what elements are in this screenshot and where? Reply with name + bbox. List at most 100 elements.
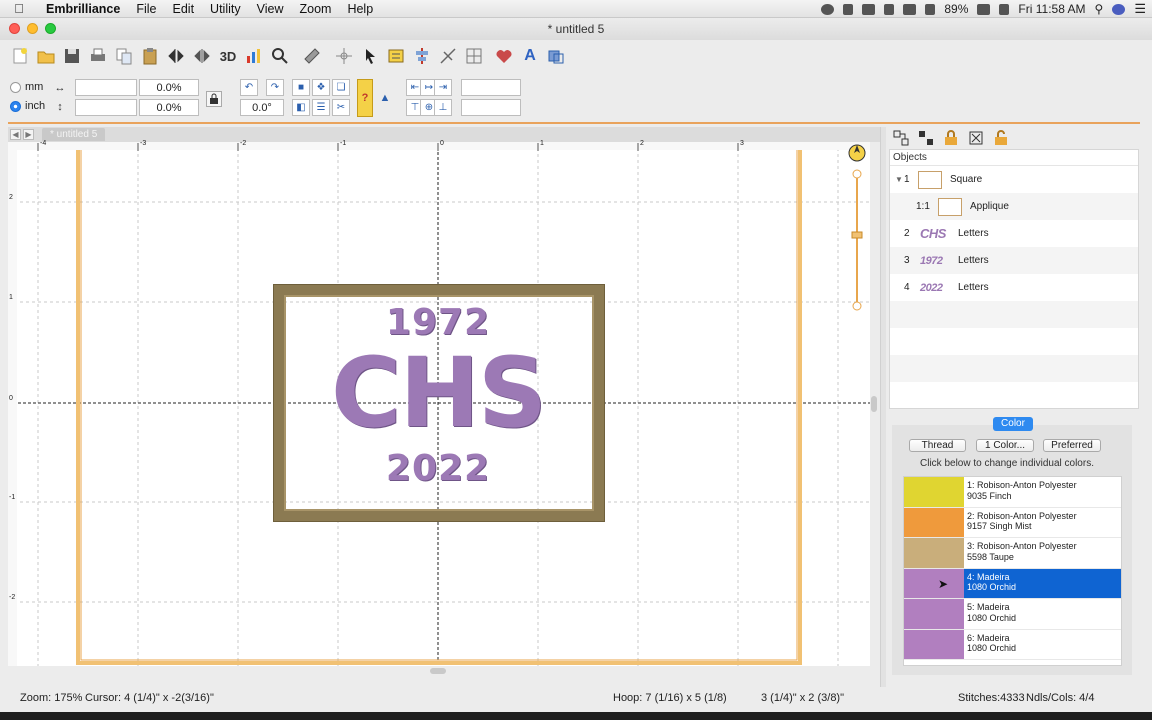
- height-percent-field[interactable]: 0.0%: [139, 99, 199, 116]
- send-back-icon[interactable]: ◧: [292, 99, 310, 116]
- properties-icon[interactable]: [384, 44, 408, 68]
- record-icon[interactable]: [821, 3, 835, 15]
- tab-next-icon[interactable]: ▶: [23, 129, 34, 140]
- unit-mm-radio[interactable]: mm: [10, 81, 43, 93]
- preferred-button[interactable]: Preferred: [1043, 439, 1101, 452]
- thread-swatch[interactable]: [904, 538, 964, 568]
- align-icon[interactable]: [410, 44, 434, 68]
- close-window-button[interactable]: [9, 23, 20, 34]
- thread-row[interactable]: 3: Robison-Anton Polyester 5598 Taupe: [904, 538, 1121, 569]
- ungroup-objects-icon[interactable]: [917, 130, 934, 147]
- thread-row[interactable]: 2: Robison-Anton Polyester 9157 Singh Mis…: [904, 507, 1121, 538]
- disclosure-triangle-icon[interactable]: ▼: [895, 175, 903, 184]
- document-tab[interactable]: * untitled 5: [42, 128, 106, 141]
- paste-icon[interactable]: [138, 44, 162, 68]
- needle-icon[interactable]: ▲: [377, 79, 393, 117]
- menu-utility[interactable]: Utility: [202, 2, 249, 16]
- spotlight-icon[interactable]: ⚲: [1095, 2, 1104, 16]
- ungroup-icon[interactable]: ❏: [332, 79, 350, 96]
- height-field[interactable]: [75, 99, 137, 116]
- mirror-horizontal-icon[interactable]: [164, 44, 188, 68]
- unit-inch-radio[interactable]: inch: [10, 100, 45, 112]
- hoop-center-icon[interactable]: [332, 44, 356, 68]
- width-field[interactable]: [75, 79, 137, 96]
- thread-row[interactable]: 6: Madeira 1080 Orchid: [904, 629, 1121, 660]
- airplay-icon[interactable]: [862, 3, 876, 15]
- battery-percent[interactable]: 89%: [944, 2, 968, 16]
- rotate-right-icon[interactable]: ↷: [266, 79, 284, 96]
- color-tab[interactable]: Color: [993, 417, 1033, 431]
- volume-icon[interactable]: [925, 3, 936, 15]
- thread-row[interactable]: 5: Madeira 1080 Orchid: [904, 599, 1121, 630]
- wifi-icon[interactable]: [903, 3, 917, 15]
- 3d-view-button[interactable]: 3D: [216, 44, 240, 68]
- minimize-window-button[interactable]: [27, 23, 38, 34]
- dropbox-icon[interactable]: [843, 3, 854, 15]
- bring-front-icon[interactable]: ■: [292, 79, 310, 96]
- design-year-bottom[interactable]: 2022: [338, 448, 538, 489]
- delete-object-icon[interactable]: [967, 130, 984, 147]
- open-folder-icon[interactable]: [34, 44, 58, 68]
- zoom-window-button[interactable]: [45, 23, 56, 34]
- thread-swatch[interactable]: [904, 477, 964, 507]
- text-tool-button[interactable]: A: [518, 44, 542, 68]
- object-row[interactable]: ▼ 1 Square: [890, 166, 1138, 193]
- stitch-tool-icon[interactable]: [436, 44, 460, 68]
- panel-splitter[interactable]: [880, 127, 886, 687]
- copy-icon[interactable]: [112, 44, 136, 68]
- object-row[interactable]: 4 2022 Letters: [890, 274, 1138, 301]
- menubar-clock[interactable]: Fri 11:58 AM: [1018, 2, 1085, 16]
- new-document-icon[interactable]: [8, 44, 32, 68]
- tab-prev-icon[interactable]: ◀: [10, 129, 21, 140]
- thread-swatch[interactable]: [904, 629, 964, 659]
- align-bottom-icon[interactable]: ⊥: [434, 99, 452, 116]
- select-arrow-icon[interactable]: [358, 44, 382, 68]
- group-objects-icon[interactable]: [892, 130, 909, 147]
- applique-tool-icon[interactable]: [544, 44, 568, 68]
- rotation-field[interactable]: 0.0°: [240, 99, 284, 116]
- list-icon[interactable]: ☰: [312, 99, 330, 116]
- position-y-field[interactable]: [461, 99, 521, 116]
- user-avatar-icon[interactable]: [1112, 3, 1126, 15]
- menu-zoom[interactable]: Zoom: [291, 2, 339, 16]
- one-color-button[interactable]: 1 Color...: [976, 439, 1034, 452]
- menu-view[interactable]: View: [249, 2, 292, 16]
- thread-swatch[interactable]: [904, 507, 964, 537]
- heart-tool-icon[interactable]: [492, 44, 516, 68]
- object-row[interactable]: 2 CHS Letters: [890, 220, 1138, 247]
- ruler-icon[interactable]: [300, 44, 324, 68]
- position-x-field[interactable]: [461, 79, 521, 96]
- cut-icon[interactable]: ✂: [332, 99, 350, 116]
- thread-button[interactable]: Thread: [909, 439, 966, 452]
- unlock-object-icon[interactable]: [992, 130, 1009, 147]
- thread-row[interactable]: 1: Robison-Anton Polyester 9035 Finch: [904, 477, 1121, 508]
- vertical-scrollbar[interactable]: [871, 396, 877, 412]
- design-canvas[interactable]: 1972 CHS 2022: [8, 142, 870, 666]
- magnify-icon[interactable]: [268, 44, 292, 68]
- save-icon[interactable]: [60, 44, 84, 68]
- apple-icon[interactable]: : [0, 1, 38, 16]
- horizontal-scrollbar[interactable]: [430, 668, 446, 674]
- align-right-icon[interactable]: ⇥: [434, 79, 452, 96]
- lock-aspect-icon[interactable]: [206, 91, 222, 107]
- mirror-vertical-icon[interactable]: [190, 44, 214, 68]
- rotate-left-icon[interactable]: ↶: [240, 79, 258, 96]
- input-source-icon[interactable]: [999, 3, 1010, 15]
- zoom-slider[interactable]: [846, 140, 868, 316]
- width-percent-field[interactable]: 0.0%: [139, 79, 199, 96]
- battery-icon[interactable]: [977, 3, 991, 15]
- print-icon[interactable]: [86, 44, 110, 68]
- object-row[interactable]: 1:1 Applique: [890, 193, 1138, 220]
- chart-icon[interactable]: [242, 44, 266, 68]
- group-icon[interactable]: ❖: [312, 79, 330, 96]
- menu-edit[interactable]: Edit: [165, 2, 203, 16]
- notification-center-icon[interactable]: ☰: [1134, 1, 1146, 17]
- thread-swatch[interactable]: [904, 568, 964, 598]
- menu-help[interactable]: Help: [339, 2, 381, 16]
- menu-app-name[interactable]: Embrilliance: [38, 2, 128, 16]
- help-icon[interactable]: ?: [357, 79, 373, 117]
- bluetooth-icon[interactable]: [884, 3, 895, 15]
- grid-tool-icon[interactable]: [462, 44, 486, 68]
- lock-object-icon[interactable]: [942, 130, 959, 147]
- object-row[interactable]: 3 1972 Letters: [890, 247, 1138, 274]
